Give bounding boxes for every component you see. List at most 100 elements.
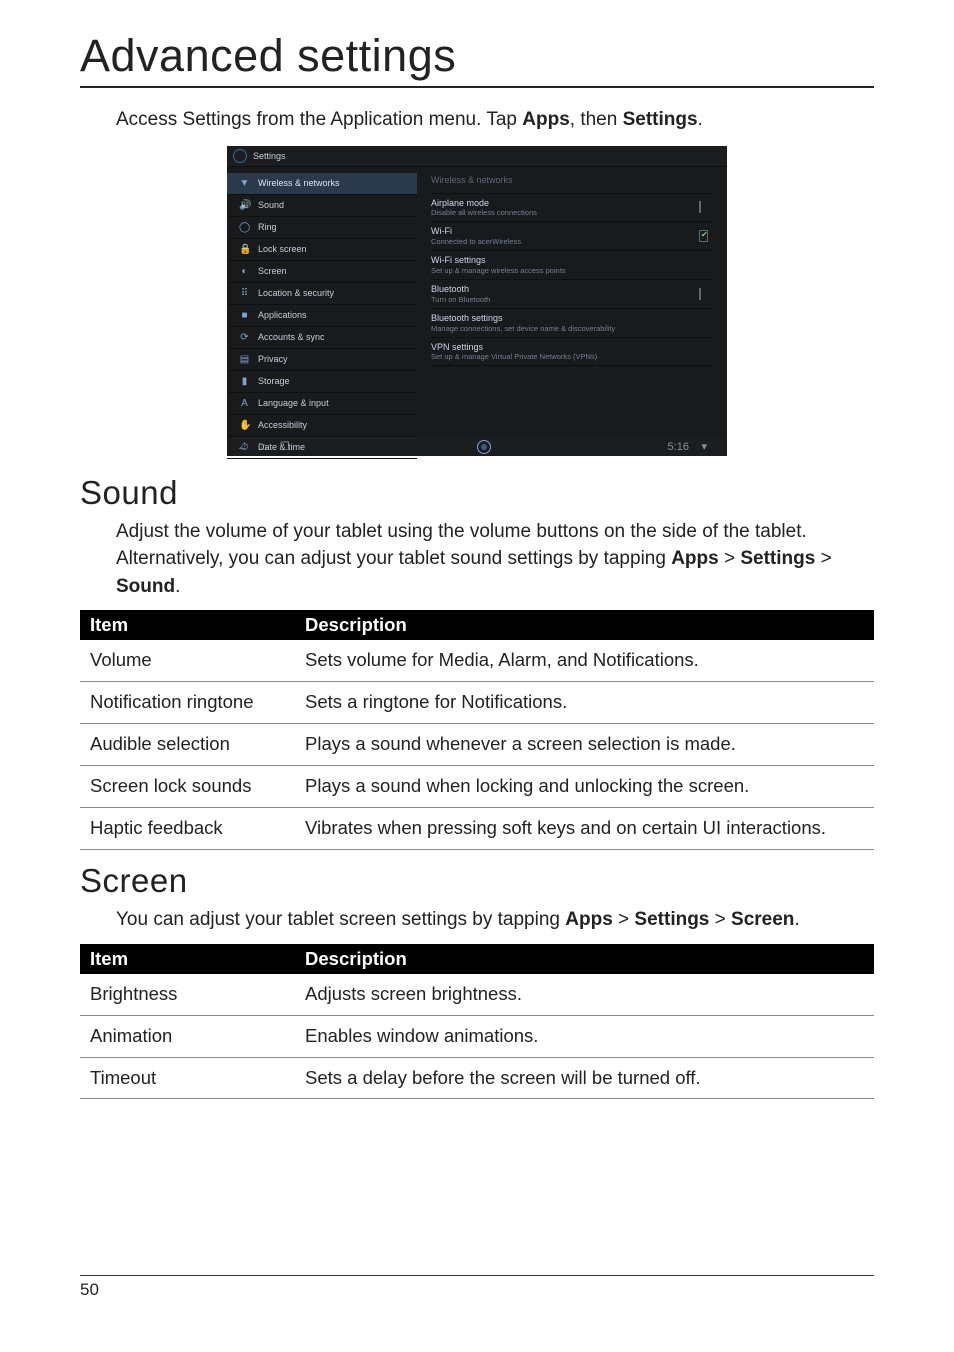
screen-screen: Screen [731,909,794,930]
table-row: TimeoutSets a delay before the screen wi… [80,1057,874,1099]
screen-gt1: > [613,909,635,930]
nav-right: 5:16 ▾ [668,440,717,453]
checkbox-icon [699,288,701,300]
detail-row-subtitle: Set up & manage wireless access points [431,266,566,275]
table-row: VolumeSets volume for Media, Alarm, and … [80,640,874,681]
sidebar-item-label: Privacy [258,354,288,364]
wifi-icon: ▾ [701,440,707,453]
sidebar-item-icon: ▼ [239,178,250,189]
clock-text: 5:16 [668,441,689,453]
sound-settings: Settings [740,548,815,569]
sidebar-item-icon: ▤ [239,354,250,365]
nav-center-icon [477,440,491,454]
screen-gt2: > [709,909,731,930]
table-cell-item: Audible selection [80,724,295,766]
table-cell-desc: Vibrates when pressing soft keys and on … [295,808,874,850]
detail-row: BluetoothTurn on Bluetooth [431,280,713,309]
checkbox-icon [699,201,701,213]
detail-row-title: Wi-Fi settings [431,255,566,266]
table-row: AnimationEnables window animations. [80,1015,874,1057]
sidebar-item-label: Accounts & sync [258,332,325,342]
table-cell-item: Notification ringtone [80,682,295,724]
sound-th-item: Item [80,610,295,640]
sidebar-item: 🔒 Lock screen [227,239,417,261]
detail-row-subtitle: Set up & manage Virtual Private Networks… [431,352,597,361]
detail-row-title: Bluetooth settings [431,313,615,324]
sound-gt1: > [719,548,741,569]
sidebar-item-label: Wireless & networks [258,178,340,188]
sidebar-item: ◯ Ring [227,217,417,239]
detail-row-subtitle: Connected to acerWireless [431,237,521,246]
sidebar-item: ▼ Wireless & networks [227,173,417,195]
sound-sound: Sound [116,576,175,597]
detail-row-title: Wi-Fi [431,226,521,237]
sound-th-desc: Description [295,610,874,640]
page-title: Advanced settings [80,30,874,88]
table-row: BrightnessAdjusts screen brightness. [80,974,874,1015]
sidebar-item-icon: ■ [239,310,250,321]
sidebar-item-icon: ◯ [239,222,250,233]
detail-row: Airplane modeDisable all wireless connec… [431,194,713,223]
sidebar-item-icon: 🔊 [239,200,250,211]
recent-icon: ❐ [280,440,290,453]
intro-prefix: Access Settings from the Application men… [116,109,522,130]
sidebar-item: ◐Screen [227,261,417,283]
sound-heading: Sound [80,474,874,512]
sidebar-item-label: Lock screen [258,244,307,254]
sidebar-item-icon: ✋ [239,420,250,431]
detail-row: Wi-FiConnected to acerWireless [431,222,713,251]
sidebar-item: ⟳Accounts & sync [227,327,417,349]
detail-row-subtitle: Turn on Bluetooth [431,295,490,304]
screen-th-item: Item [80,944,295,974]
intro-mid: , then [570,109,623,130]
sidebar-item-label: Storage [258,376,290,386]
detail-row-subtitle: Manage connections, set device name & di… [431,324,615,333]
sound-apps: Apps [671,548,719,569]
sidebar-item-icon: ▮ [239,376,250,387]
table-cell-desc: Enables window animations. [295,1015,874,1057]
table-cell-desc: Adjusts screen brightness. [295,974,874,1015]
table-cell-item: Haptic feedback [80,808,295,850]
table-cell-desc: Sets volume for Media, Alarm, and Notifi… [295,640,874,681]
table-row: Haptic feedbackVibrates when pressing so… [80,808,874,850]
table-cell-item: Timeout [80,1057,295,1099]
detail-row: VPN settingsSet up & manage Virtual Priv… [431,338,713,367]
sidebar-item-icon: ⠿ [239,288,250,299]
sidebar-item-label: Ring [258,222,277,232]
screenshot-sidebar: ▼ Wireless & networks 🔊Sound ◯ Ring 🔒 Lock scr… [227,167,417,437]
sidebar-item: ■ Applications [227,305,417,327]
settings-screenshot: Settings ▼ Wireless & networks 🔊Sound ◯ Ring… [227,146,727,456]
detail-row-title: Airplane mode [431,198,537,209]
screen-apps: Apps [565,909,613,930]
sidebar-item-icon: A [239,398,250,409]
screen-text: You can adjust your tablet screen settin… [116,906,874,934]
back-icon: ← [237,441,248,453]
screenshot-detail: Wireless & networks Airplane modeDisable… [417,167,727,437]
screenshot-topbar: Settings [227,146,727,167]
detail-row-title: Bluetooth [431,284,490,295]
screen-table: Item Description BrightnessAdjusts scree… [80,944,874,1100]
intro-suffix: . [698,109,703,130]
sidebar-item-icon: ◐ [239,266,250,277]
checkbox-icon [699,230,708,242]
sidebar-item-label: Applications [258,310,307,320]
table-cell-desc: Plays a sound whenever a screen selectio… [295,724,874,766]
detail-row-title: VPN settings [431,342,597,353]
detail-row-subtitle: Disable all wireless connections [431,208,537,217]
sound-suffix: . [175,576,180,597]
sidebar-item-icon: 🔒 [239,244,250,255]
sidebar-item: ▮ Storage [227,371,417,393]
sidebar-item: ALanguage & input [227,393,417,415]
home-icon: ⌂ [261,441,268,453]
intro-settings: Settings [623,109,698,130]
sidebar-item: 🔊Sound [227,195,417,217]
nav-left: ← ⌂ ❐ [237,440,300,453]
sidebar-item-label: Accessibility [258,420,307,430]
screen-suffix: . [794,909,799,930]
intro-apps: Apps [522,109,570,130]
sound-table: Item Description VolumeSets volume for M… [80,610,874,850]
table-cell-desc: Plays a sound when locking and unlocking… [295,766,874,808]
detail-row: Wi-Fi settingsSet up & manage wireless a… [431,251,713,280]
page-number: 50 [80,1280,99,1299]
detail-row: Bluetooth settingsManage connections, se… [431,309,713,338]
